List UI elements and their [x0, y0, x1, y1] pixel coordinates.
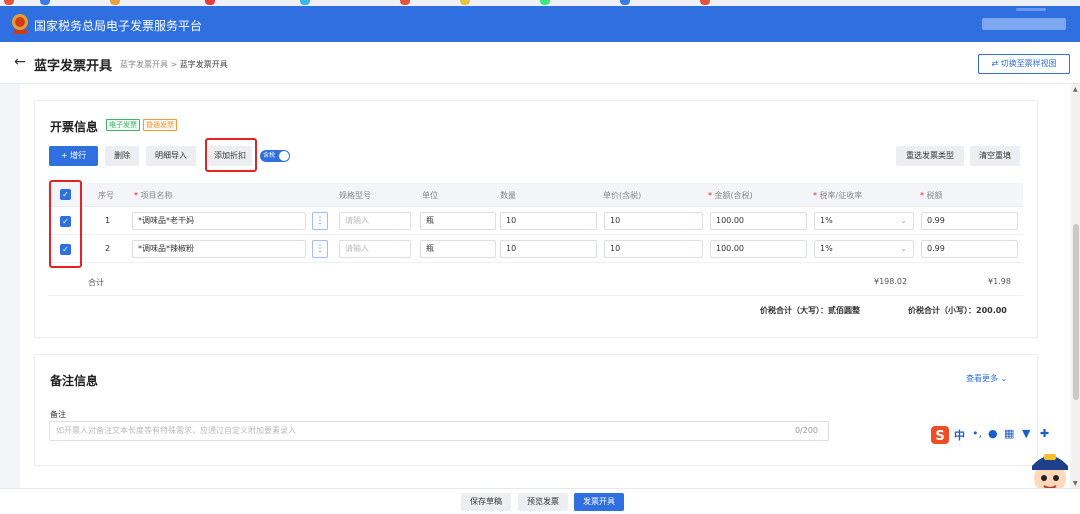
remark-card	[34, 354, 1038, 466]
tax-input[interactable]: 0.99	[921, 240, 1018, 258]
app-title: 国家税务总局电子发票服务平台	[34, 19, 203, 33]
qty-input[interactable]: 10	[500, 212, 597, 230]
detail-import-button[interactable]: 明细导入	[146, 146, 196, 166]
tax-included-toggle[interactable]: 含税	[260, 150, 290, 162]
save-draft-button[interactable]: 保存草稿	[461, 493, 511, 511]
row-no: 1	[105, 216, 111, 225]
tax-rate-select[interactable]: 1% ⌄	[814, 212, 914, 230]
delete-button[interactable]: 删除	[105, 146, 139, 166]
qty-input[interactable]: 10	[500, 240, 597, 258]
ime-tools-icon[interactable]: ✚	[1040, 427, 1049, 440]
table-header: ✓ 序号 * 项目名称 规格型号 单位 数量 单价(含税) * 金额(含税) *…	[48, 183, 1023, 207]
col-price: 单价(含税)	[603, 191, 642, 200]
tag-normal-invoice: 普通发票	[143, 119, 177, 131]
col-tax: * 税额	[920, 191, 943, 200]
tax-input[interactable]: 0.99	[921, 212, 1018, 230]
col-amount: * 金额(含税)	[708, 191, 753, 200]
tax-rate-select[interactable]: 1% ⌄	[814, 240, 914, 258]
tax-rate-value: 1%	[820, 244, 833, 253]
table-row: ✓ 2 *调味品*辣椒粉 ⋮ 请输入 瓶 10 10 100.00 1% ⌄ 0…	[48, 235, 1023, 263]
item-name-input[interactable]: *调味品*辣椒粉	[132, 240, 306, 258]
unit-input[interactable]: 瓶	[420, 212, 496, 230]
remark-counter: 0/200	[794, 426, 818, 435]
breadcrumb-separator: >	[170, 60, 178, 69]
remark-textarea[interactable]: 如开票人对备注文本长度等有特殊需求，应通过自定义附加要素录入 0/200	[49, 421, 829, 441]
col-spec: 规格型号	[339, 191, 371, 200]
ime-punctuation-icon[interactable]: •,	[972, 427, 982, 440]
toggle-knob	[279, 151, 289, 161]
unit-input[interactable]: 瓶	[420, 240, 496, 258]
sum-upper: 价税合计（大写）：贰佰圆整	[760, 306, 860, 315]
scrollbar-thumb[interactable]	[1073, 224, 1079, 400]
ime-chinese-mode[interactable]: 中	[954, 427, 965, 443]
ime-voice-icon[interactable]: ●	[988, 427, 998, 440]
total-tax: ¥1.98	[988, 277, 1011, 286]
price-input[interactable]: 10	[604, 212, 703, 230]
issue-invoice-button[interactable]: 发票开具	[574, 493, 624, 511]
row-no: 2	[105, 244, 111, 253]
col-no: 序号	[98, 191, 114, 200]
item-name-input[interactable]: *调味品*老干妈	[132, 212, 306, 230]
page-title: 蓝字发票开具	[34, 59, 113, 74]
toggle-label: 含税	[263, 152, 276, 159]
item-select-more-icon[interactable]: ⋮	[312, 212, 328, 230]
svg-text:S: S	[935, 429, 944, 444]
sum-lower: 价税合计（小写）：200.00	[908, 306, 1007, 315]
col-tax-rate: * 税率/征收率	[813, 191, 863, 200]
highlight-checkboxes	[49, 180, 82, 268]
user-account[interactable]	[982, 18, 1066, 30]
switch-view-button[interactable]: ⇄ 切换至票样视图	[978, 54, 1070, 74]
user-info-blur	[1016, 8, 1046, 11]
app-header: 国家税务总局电子发票服务平台	[0, 6, 1080, 42]
amount-input[interactable]: 100.00	[710, 240, 807, 258]
scroll-up-icon[interactable]: ▲	[1073, 86, 1078, 93]
tag-electronic-invoice: 电子发票	[106, 119, 140, 131]
back-arrow-icon[interactable]: ←	[14, 54, 26, 70]
remark-label: 备注	[50, 410, 66, 419]
amount-input[interactable]: 100.00	[710, 212, 807, 230]
spec-input[interactable]: 请输入	[339, 212, 411, 230]
total-row: 合计 ¥198.02 ¥1.98	[48, 268, 1023, 296]
highlight-add-discount	[205, 138, 257, 172]
invoice-info-title: 开票信息	[50, 120, 99, 134]
remark-placeholder: 如开票人对备注文本长度等有特殊需求，应通过自定义附加要素录入	[56, 426, 296, 435]
ime-keyboard-icon[interactable]: ▦	[1004, 427, 1014, 440]
item-select-more-icon[interactable]: ⋮	[312, 240, 328, 258]
spec-input[interactable]: 请输入	[339, 240, 411, 258]
breadcrumb-item[interactable]: 蓝字发票开具	[120, 60, 168, 69]
page-header: ← 蓝字发票开具 蓝字发票开具 > 蓝字发票开具 ⇄ 切换至票样视图	[0, 42, 1080, 84]
col-item-name: * 项目名称	[134, 191, 173, 200]
breadcrumb: 蓝字发票开具 > 蓝字发票开具	[120, 59, 228, 70]
preview-invoice-button[interactable]: 预览发票	[518, 493, 568, 511]
chevron-down-icon: ⌄	[900, 216, 907, 225]
add-row-button[interactable]: + 增行	[49, 146, 98, 166]
clear-refill-button[interactable]: 清空重填	[970, 146, 1020, 166]
col-unit: 单位	[422, 191, 438, 200]
bottom-action-bar: 保存草稿 预览发票 发票开具	[0, 488, 1080, 514]
reselect-invoice-type-button[interactable]: 重选发票类型	[896, 146, 964, 166]
breadcrumb-current: 蓝字发票开具	[179, 60, 228, 69]
ime-skin-icon[interactable]: ▼	[1022, 427, 1030, 440]
price-input[interactable]: 10	[604, 240, 703, 258]
table-row: ✓ 1 *调味品*老干妈 ⋮ 请输入 瓶 10 10 100.00 1% ⌄ 0…	[48, 207, 1023, 235]
tax-rate-value: 1%	[820, 216, 833, 225]
sogou-s-icon[interactable]: S	[930, 425, 950, 445]
total-label: 合计	[88, 278, 104, 287]
see-more-link[interactable]: 查看更多 ⌄	[966, 373, 1007, 384]
chevron-down-icon: ⌄	[900, 244, 907, 253]
col-qty: 数量	[500, 191, 516, 200]
tax-emblem-icon	[12, 14, 28, 34]
total-amount: ¥198.02	[874, 277, 908, 286]
remark-title: 备注信息	[50, 374, 99, 388]
